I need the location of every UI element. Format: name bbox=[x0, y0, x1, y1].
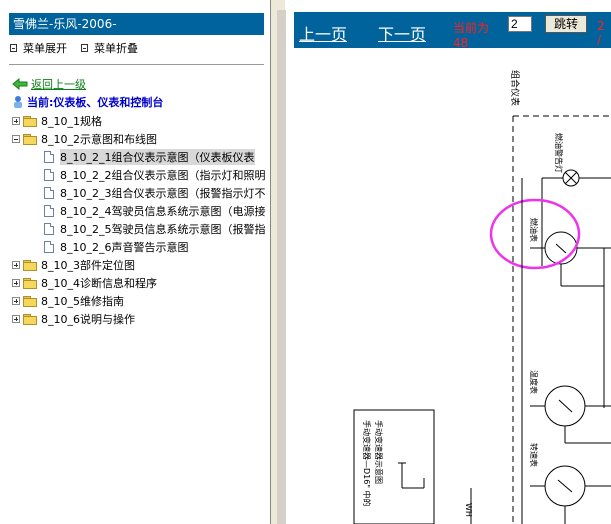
current-location: 当前:仪表板、仪表和控制台 bbox=[12, 94, 163, 110]
tree-item[interactable]: 8_10_2_4驾驶员信息系统示意图（电源接 bbox=[44, 202, 266, 220]
tree-item-label: 8_10_2_2组合仪表示意图（指示灯和照明 bbox=[60, 169, 266, 182]
fuel-warning-label: 燃油警告灯 bbox=[554, 133, 564, 173]
menu-expand-label: 菜单展开 bbox=[23, 42, 67, 55]
tree-item[interactable]: 8_10_2_6声音警告示意图 bbox=[44, 238, 189, 256]
collapse-icon bbox=[81, 44, 88, 52]
tree-item[interactable]: 8_10_3部件定位图 bbox=[12, 256, 135, 274]
cluster-label: 组合仪表 bbox=[509, 70, 521, 106]
folder-icon bbox=[23, 313, 37, 325]
divider bbox=[9, 64, 264, 65]
tree-item-label: 8_10_2示意图和布线图 bbox=[41, 133, 157, 146]
tree-item-label: 8_10_6说明与操作 bbox=[41, 313, 135, 326]
tree-item[interactable]: 8_10_4诊断信息和程序 bbox=[12, 274, 157, 292]
plus-icon[interactable] bbox=[12, 315, 20, 323]
tree-item[interactable]: 8_10_1规格 bbox=[12, 112, 102, 130]
page-nav-bar: 上一页 下一页 当前为 跳转 2 / 48 bbox=[294, 12, 611, 50]
tree-item-label: 8_10_2_1组合仪表示意图（仪表板仪表 bbox=[60, 149, 255, 165]
folder-icon bbox=[23, 115, 37, 127]
back-link[interactable]: 返回上一级 bbox=[12, 76, 86, 92]
document-icon bbox=[44, 187, 54, 199]
tree-item[interactable]: 8_10_2_3组合仪表示意图（报警指示灯不 bbox=[44, 184, 266, 202]
green-arrow-icon bbox=[12, 78, 28, 90]
document-icon bbox=[44, 169, 54, 181]
current-page-label: 当前为 bbox=[453, 21, 490, 35]
document-icon bbox=[44, 241, 54, 253]
tach-label: 转速表 bbox=[529, 443, 539, 467]
tree-item-label: 8_10_2_5驾驶员信息系统示意图（报警指 bbox=[60, 223, 266, 236]
current-label: 当前:仪表板、仪表和控制台 bbox=[27, 96, 164, 109]
folder-icon bbox=[23, 259, 37, 271]
tree-item-label: 8_10_2_6声音警告示意图 bbox=[60, 241, 189, 254]
tree-item[interactable]: 8_10_6说明与操作 bbox=[12, 310, 135, 328]
left-panel: 雪佛兰-乐风-2006- 菜单展开 菜单折叠 返回上一级 当前:仪表板、仪表和控… bbox=[0, 0, 270, 524]
folder-icon bbox=[23, 277, 37, 289]
temp-gauge-label: 温度表 bbox=[529, 370, 539, 394]
tree-item-label: 8_10_5维修指南 bbox=[41, 295, 124, 308]
tree-item[interactable]: 8_10_2示意图和布线图 bbox=[12, 130, 157, 148]
fuel-gauge-label: 燃油表 bbox=[529, 218, 539, 242]
scrollbar[interactable] bbox=[277, 10, 286, 524]
expand-icon bbox=[10, 44, 17, 52]
tree-item-label: 8_10_2_3组合仪表示意图（报警指示灯不 bbox=[60, 187, 266, 200]
menu-collapse-button[interactable]: 菜单折叠 bbox=[81, 40, 138, 56]
document-icon bbox=[44, 151, 54, 163]
total-pages: 2 / bbox=[597, 19, 605, 47]
prev-page-link[interactable]: 上一页 bbox=[299, 21, 347, 45]
window-title: 雪佛兰-乐风-2006- bbox=[9, 13, 264, 35]
page-number-input[interactable] bbox=[508, 16, 532, 32]
tree-item-label: 8_10_4诊断信息和程序 bbox=[41, 277, 157, 290]
tree-item[interactable]: 8_10_2_5驾驶员信息系统示意图（报警指 bbox=[44, 220, 266, 238]
go-button[interactable]: 跳转 bbox=[545, 15, 587, 33]
tree-item[interactable]: 8_10_5维修指南 bbox=[12, 292, 124, 310]
note-line1: 手动变速器—D16" 中的 bbox=[362, 420, 372, 507]
tree-item[interactable]: 8_10_2_2组合仪表示意图（指示灯和照明 bbox=[44, 166, 266, 184]
content-panel: 上一页 下一页 当前为 跳转 2 / 48 组合仪表 燃油警告灯 燃油表 bbox=[287, 0, 611, 524]
next-page-link[interactable]: 下一页 bbox=[378, 21, 426, 45]
wire-code: WH bbox=[464, 503, 473, 517]
folder-open-icon bbox=[23, 133, 37, 145]
tree-item[interactable]: 8_10_2_1组合仪表示意图（仪表板仪表 bbox=[44, 148, 255, 166]
plus-icon[interactable] bbox=[12, 279, 20, 287]
document-icon bbox=[44, 223, 54, 235]
plus-icon[interactable] bbox=[12, 117, 20, 125]
tree-item-label: 8_10_1规格 bbox=[41, 115, 102, 128]
plus-icon[interactable] bbox=[12, 297, 20, 305]
back-label: 返回上一级 bbox=[31, 78, 86, 91]
plus-icon[interactable] bbox=[12, 261, 20, 269]
folder-icon bbox=[23, 295, 37, 307]
document-view: 组合仪表 燃油警告灯 燃油表 温度表 转速表 手动变速器—D16" 中的 手动变… bbox=[294, 48, 611, 524]
wiring-diagram: 组合仪表 燃油警告灯 燃油表 温度表 转速表 手动变速器—D16" 中的 手动变… bbox=[353, 70, 611, 524]
location-icon bbox=[14, 96, 22, 108]
tree-item-label: 8_10_2_4驾驶员信息系统示意图（电源接 bbox=[60, 205, 266, 218]
minus-icon[interactable] bbox=[12, 135, 20, 143]
note-line2: 手动变速器示意图 bbox=[374, 420, 384, 484]
document-icon bbox=[44, 205, 54, 217]
menu-expand-button[interactable]: 菜单展开 bbox=[10, 40, 67, 56]
menu-collapse-label: 菜单折叠 bbox=[94, 42, 138, 55]
menu-bar: 菜单展开 菜单折叠 bbox=[10, 40, 138, 56]
tree-item-label: 8_10_3部件定位图 bbox=[41, 259, 135, 272]
